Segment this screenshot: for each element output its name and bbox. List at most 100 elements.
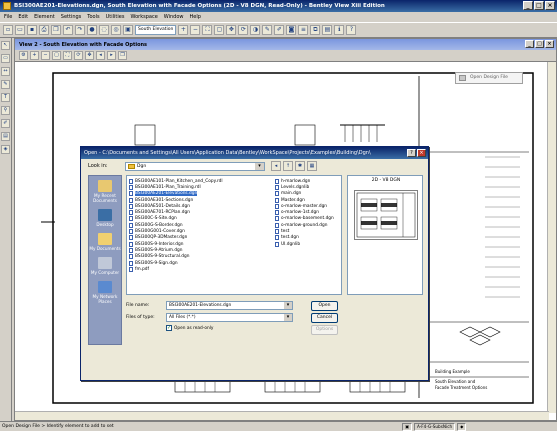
snap-icon[interactable]: ◆ [457,423,467,431]
place-network[interactable]: My Network Places [89,281,121,304]
maximize-button[interactable]: □ [534,1,544,10]
zoom-in-icon[interactable]: + [178,25,189,35]
measure-icon[interactable]: ◎ [111,25,121,35]
markup-tool-icon[interactable]: ✎ [1,80,10,89]
menu-file[interactable]: File [4,14,12,20]
active-level[interactable]: A-F4-G-SubsNich [413,423,456,431]
dialog-nav-icons: ◂ ↑ ✱ ▦ [271,161,317,171]
menu-tools[interactable]: Tools [87,14,99,20]
window-area-icon[interactable]: ▢ [214,25,225,35]
copy-icon[interactable]: ❐ [51,25,61,35]
place-recent-label: My Recent Documents [93,193,117,203]
titleblock-line-3: Facade Treatment Options [435,385,488,390]
up-folder-icon[interactable]: ↑ [283,161,293,171]
measure-tool-icon[interactable]: ↔ [1,67,10,76]
view-vertical-scrollbar[interactable] [547,62,556,413]
close-button[interactable]: × [545,1,555,10]
redline-icon[interactable]: ✐ [274,25,285,35]
open-design-file-palette[interactable]: Open Design File [455,72,523,84]
cancel-button[interactable]: Cancel [311,313,338,323]
options-button[interactable]: Options [311,325,338,335]
file-icon [275,191,279,197]
save-icon[interactable]: ▪ [27,25,37,35]
filename-input[interactable]: BSI300AE201-Elevations.dgn ▾ [166,301,293,310]
place-my-computer[interactable]: My Computer [91,257,119,275]
menu-workspace[interactable]: Workspace [130,14,157,20]
print-icon[interactable]: ⎙ [39,25,49,35]
fence-tool-icon[interactable]: ▭ [1,54,10,63]
view-previous-icon[interactable]: ◂ [96,51,105,60]
fence-icon[interactable]: ◌ [99,25,109,35]
new-folder-icon[interactable]: ✱ [295,161,305,171]
redo-icon[interactable]: ↷ [75,25,85,35]
menu-element[interactable]: Element [34,14,55,20]
view-copy-icon[interactable]: ❐ [118,51,127,60]
place-my-documents[interactable]: My Documents [89,233,121,251]
menu-utilities[interactable]: Utilities [106,14,125,20]
view-select-dropdown[interactable]: South Elevation [135,25,177,35]
lock-icon[interactable]: ▣ [402,423,412,431]
view-zoom-in-icon[interactable]: + [30,51,39,60]
open-folder-icon[interactable]: ▭ [15,25,25,35]
chevron-down-icon: ▾ [284,314,292,321]
dialog-help-button[interactable]: ? [407,149,416,157]
render-icon[interactable]: ◑ [250,25,261,35]
properties-icon[interactable]: ℹ [334,25,345,35]
menu-settings[interactable]: Settings [61,14,82,20]
filetype-label: Files of type: [126,315,155,320]
reference-icon[interactable]: ⧉ [310,25,321,35]
dialog-window-controls: ? × [407,149,426,157]
file-list[interactable]: BSI300AE101-Plan_Kitchen_and_Copy.rdl BS… [126,175,342,295]
pan-icon[interactable]: ✥ [226,25,237,35]
fit-view-icon[interactable]: ⛶ [202,25,213,35]
hyperlink-tool-icon[interactable]: ⚲ [1,106,10,115]
view-close-button[interactable]: × [545,40,554,48]
open-button[interactable]: Open [311,301,338,311]
filetype-dropdown[interactable]: All Files (*.*) ▾ [166,313,293,322]
place-desktop[interactable]: Desktop [96,209,114,227]
properties-tool-icon[interactable]: ▤ [1,132,10,141]
menu-window[interactable]: Window [164,14,184,20]
view-window-area-icon[interactable]: ▢ [52,51,61,60]
readonly-checkbox[interactable]: ✓ Open as read-only [166,325,213,331]
info-tool-icon[interactable]: ◈ [1,145,10,154]
back-icon[interactable]: ◂ [271,161,281,171]
app-title-bar: BSI300AE201-Elevations.dgn, South Elevat… [0,0,557,12]
view-horizontal-scrollbar[interactable] [15,411,549,420]
menu-help[interactable]: Help [190,14,201,20]
view-fit-icon[interactable]: ⛶ [63,51,72,60]
minimize-button[interactable]: _ [523,1,533,10]
select-arrow-icon[interactable]: ↖ [1,41,10,50]
view-menu-icon[interactable]: ▦ [307,161,317,171]
file-icon [129,229,133,235]
undo-icon[interactable]: ↶ [63,25,73,35]
place-recent[interactable]: My Recent Documents [89,180,121,203]
text-tool-icon[interactable]: T [1,93,10,102]
element-selection-icon[interactable]: ● [87,25,97,35]
redline-tool-icon[interactable]: ✐ [1,119,10,128]
markup-icon[interactable]: ✎ [262,25,273,35]
view-display-icon[interactable]: ▣ [123,25,133,35]
file-item[interactable]: UI.dgnlib [275,241,334,247]
rotate-icon[interactable]: ⟳ [238,25,249,35]
view-rotate-icon[interactable]: ⟳ [74,51,83,60]
view-pan-icon[interactable]: ✥ [85,51,94,60]
titleblock-line-2: South Elevation and [435,379,476,384]
help-icon[interactable]: ? [346,25,357,35]
model-icon[interactable]: ▤ [322,25,333,35]
dialog-close-button[interactable]: × [417,149,426,157]
file-item[interactable]: fm.pdf [129,266,223,272]
view-maximize-button[interactable]: □ [535,40,544,48]
look-in-dropdown[interactable]: Dgn ▾ [125,162,265,171]
preview-label: 2D - V8 DGN [371,178,401,183]
view-next-icon[interactable]: ▸ [107,51,116,60]
menu-edit[interactable]: Edit [18,14,28,20]
zoom-out-icon[interactable]: − [190,25,201,35]
level-icon[interactable]: ≡ [298,25,309,35]
view-zoom-out-icon[interactable]: − [41,51,50,60]
new-file-icon[interactable]: ▫ [3,25,13,35]
view-attributes-icon[interactable]: ⚙ [19,51,28,60]
preview-thumbnail [354,190,418,240]
camera-icon[interactable]: ◙ [286,25,297,35]
view-minimize-button[interactable]: _ [525,40,534,48]
